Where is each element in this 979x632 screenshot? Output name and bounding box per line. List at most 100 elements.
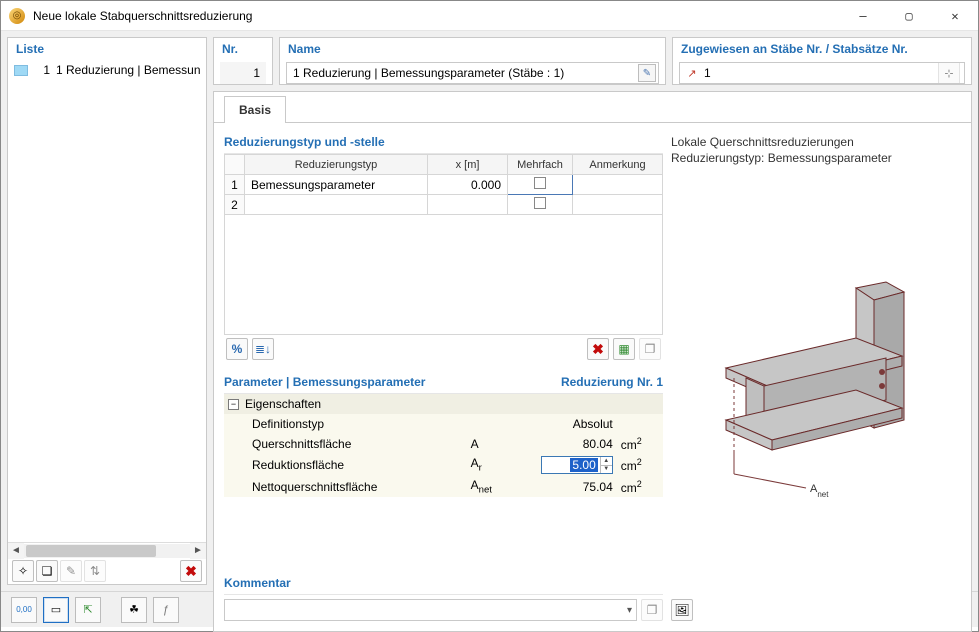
scroll-left-icon[interactable]: ◄ bbox=[8, 543, 24, 559]
spin-up-icon[interactable]: ▲ bbox=[600, 457, 612, 466]
reduction-number: Reduzierung Nr. 1 bbox=[561, 375, 663, 389]
grid-toolbar: % ≣↓ ✖ ▦ ❐ bbox=[224, 335, 663, 363]
assign-label: Zugewiesen an Stäbe Nr. / Stabsätze Nr. bbox=[673, 38, 971, 62]
list-swatch-icon bbox=[14, 65, 28, 76]
units-button[interactable]: 0,00 bbox=[11, 597, 37, 623]
tab-strip: Basis bbox=[214, 92, 971, 122]
prop-value[interactable]: 80.04 bbox=[524, 434, 616, 454]
prop-sym bbox=[467, 414, 525, 434]
spin-down-icon[interactable]: ▼ bbox=[600, 466, 612, 474]
minimize-button[interactable]: — bbox=[840, 1, 886, 31]
grid-empty-area bbox=[224, 215, 663, 335]
row-num: 1 bbox=[225, 175, 245, 195]
list-item-label: 1 Reduzierung | Bemessungspa bbox=[56, 63, 200, 77]
grid-exec-button[interactable]: ▦ bbox=[613, 338, 635, 360]
prop-reduction-area[interactable]: Reduktionsfläche Ar 5.00 ▲▼ cm2 bbox=[224, 454, 663, 476]
name-label: Name bbox=[280, 38, 665, 62]
parameter-section: Parameter | Bemessungsparameter Reduzier… bbox=[224, 373, 663, 564]
assign-input[interactable]: ↗ 1 ⊹ bbox=[679, 62, 965, 84]
prop-label: Querschnittsfläche bbox=[224, 434, 467, 454]
prop-definitiontype[interactable]: Definitionstyp Absolut bbox=[224, 414, 663, 434]
comment-title: Kommentar bbox=[224, 574, 663, 595]
name-edit-icon[interactable]: ✎ bbox=[638, 64, 656, 82]
copy-button[interactable]: ❏ bbox=[36, 560, 58, 582]
view5-button[interactable]: ƒ bbox=[153, 597, 179, 623]
basis-left: Reduzierungstyp und -stelle Reduzierungs… bbox=[224, 133, 663, 621]
input-value: 5.00 bbox=[570, 458, 597, 472]
cell-note[interactable] bbox=[573, 175, 663, 195]
prop-unit bbox=[617, 414, 663, 434]
comment-pick-button[interactable]: ❐ bbox=[641, 599, 663, 621]
cell-multi[interactable] bbox=[508, 175, 573, 195]
parameter-title-text: Parameter | Bemessungsparameter bbox=[224, 375, 425, 389]
toolbar-btn-3[interactable]: ✎ bbox=[60, 560, 82, 582]
cell-type[interactable]: Bemessungsparameter bbox=[245, 175, 428, 195]
scroll-thumb[interactable] bbox=[26, 545, 156, 557]
delete-button[interactable]: ✖ bbox=[180, 560, 202, 582]
toolbar-btn-4[interactable]: ⇅ bbox=[84, 560, 106, 582]
col-x[interactable]: x [m] bbox=[428, 155, 508, 175]
cell-note[interactable] bbox=[573, 195, 663, 215]
prop-value[interactable]: Absolut bbox=[524, 414, 616, 434]
table-row[interactable]: 1 Bemessungsparameter 0.000 bbox=[225, 175, 663, 195]
pick-wizard-icon[interactable]: ⊹ bbox=[938, 62, 960, 84]
cell-x[interactable]: 0.000 bbox=[428, 175, 508, 195]
percent-button[interactable]: % bbox=[226, 338, 248, 360]
main-column: Nr. 1 Name 1 Reduzierung | Bemessungspar… bbox=[213, 37, 972, 585]
reduction-title: Reduzierungstyp und -stelle bbox=[224, 133, 663, 154]
view2-button[interactable]: ▭ bbox=[43, 597, 69, 623]
parameter-title: Parameter | Bemessungsparameter Reduzier… bbox=[224, 373, 663, 394]
prop-net-area[interactable]: Nettoquerschnittsfläche Anet 75.04 cm2 bbox=[224, 476, 663, 497]
name-input[interactable]: 1 Reduzierung | Bemessungsparameter (Stä… bbox=[286, 62, 659, 84]
scroll-right-icon[interactable]: ► bbox=[190, 543, 206, 559]
tab-basis-content: Reduzierungstyp und -stelle Reduzierungs… bbox=[214, 122, 971, 631]
col-multi[interactable]: Mehrfach bbox=[508, 155, 573, 175]
reduction-area-input[interactable]: 5.00 ▲▼ bbox=[541, 456, 613, 474]
title-bar: ◎ Neue lokale Stabquerschnittsreduzierun… bbox=[1, 1, 978, 31]
prop-label: Reduktionsfläche bbox=[224, 454, 467, 476]
name-panel: Name 1 Reduzierung | Bemessungsparameter… bbox=[279, 37, 666, 85]
assign-panel: Zugewiesen an Stäbe Nr. / Stabsätze Nr. … bbox=[672, 37, 972, 85]
col-note[interactable]: Anmerkung bbox=[573, 155, 663, 175]
view4-button[interactable]: ☘ bbox=[121, 597, 147, 623]
preview-options-button[interactable]: 🖼 bbox=[671, 599, 693, 621]
prop-value[interactable]: 75.04 bbox=[524, 476, 616, 497]
prop-value[interactable]: 5.00 ▲▼ bbox=[524, 454, 616, 476]
sort-button[interactable]: ≣↓ bbox=[252, 338, 274, 360]
content-area: Liste 1 1 Reduzierung | Bemessungspa ◄ ►… bbox=[1, 31, 978, 591]
list-hscroll[interactable]: ◄ ► bbox=[8, 542, 206, 558]
assign-value: 1 bbox=[704, 66, 711, 80]
prop-area[interactable]: Querschnittsfläche A 80.04 cm2 bbox=[224, 434, 663, 454]
list-toolbar: ✧ ❏ ✎ ⇅ ✖ bbox=[8, 558, 206, 584]
window-controls: — ▢ ✕ bbox=[840, 1, 978, 30]
checkbox-icon[interactable] bbox=[534, 177, 546, 189]
new-button[interactable]: ✧ bbox=[12, 560, 34, 582]
chevron-down-icon: ▾ bbox=[627, 605, 632, 616]
maximize-button[interactable]: ▢ bbox=[886, 1, 932, 31]
tab-basis[interactable]: Basis bbox=[224, 96, 286, 123]
reduction-grid[interactable]: Reduzierungstyp x [m] Mehrfach Anmerkung… bbox=[224, 154, 663, 215]
cell-x[interactable] bbox=[428, 195, 508, 215]
close-button[interactable]: ✕ bbox=[932, 1, 978, 31]
list-panel: Liste 1 1 Reduzierung | Bemessungspa ◄ ►… bbox=[7, 37, 207, 585]
cell-type[interactable] bbox=[245, 195, 428, 215]
group-label: Eigenschaften bbox=[245, 397, 321, 411]
grid-delete-button[interactable]: ✖ bbox=[587, 338, 609, 360]
spinner[interactable]: ▲▼ bbox=[600, 457, 612, 473]
pick-member-icon[interactable]: ↗ bbox=[684, 65, 700, 81]
checkbox-icon[interactable] bbox=[534, 197, 546, 209]
cell-multi[interactable] bbox=[508, 195, 573, 215]
prop-unit: cm2 bbox=[617, 476, 663, 497]
table-row[interactable]: 2 bbox=[225, 195, 663, 215]
comment-combo[interactable]: ▾ bbox=[224, 599, 637, 621]
prop-unit: cm2 bbox=[617, 454, 663, 476]
view3-button[interactable]: ⇱ bbox=[75, 597, 101, 623]
col-type[interactable]: Reduzierungstyp bbox=[245, 155, 428, 175]
reduction-section: Reduzierungstyp und -stelle Reduzierungs… bbox=[224, 133, 663, 363]
property-group[interactable]: −Eigenschaften bbox=[224, 394, 663, 414]
window-title: Neue lokale Stabquerschnittsreduzierung bbox=[33, 9, 840, 23]
grid-copy-button[interactable]: ❐ bbox=[639, 338, 661, 360]
list-item[interactable]: 1 1 Reduzierung | Bemessungspa bbox=[8, 62, 206, 78]
header-row: Nr. 1 Name 1 Reduzierung | Bemessungspar… bbox=[213, 37, 972, 85]
collapse-icon[interactable]: − bbox=[228, 399, 239, 410]
